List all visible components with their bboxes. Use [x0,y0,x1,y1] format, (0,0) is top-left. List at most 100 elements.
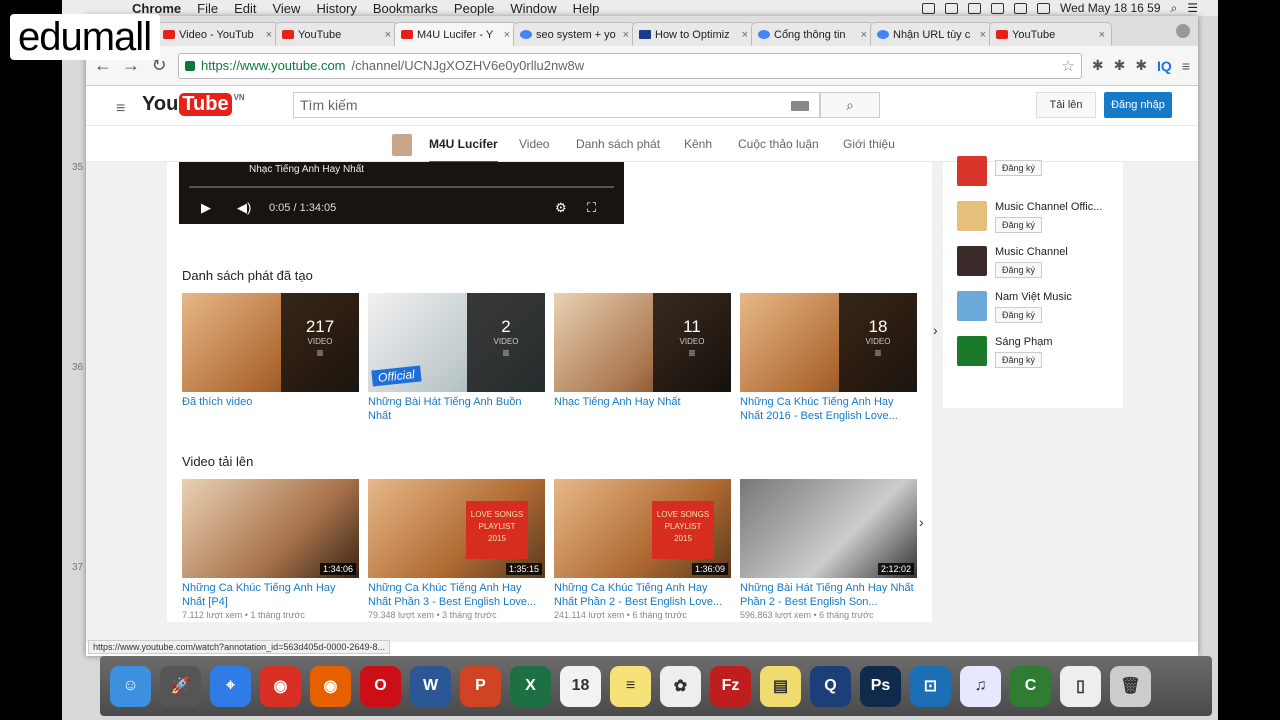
uploads-heading[interactable]: Video tải lên [182,454,253,469]
trash-icon[interactable]: 🗑 [1110,665,1151,707]
video-title[interactable]: Những Ca Khúc Tiếng Anh Hay Nhất [P4] [182,582,359,610]
extension-puzzle-icon-2[interactable]: ✱ [1114,57,1126,74]
notes-icon[interactable]: ≡ [610,665,651,707]
related-channel[interactable]: Đăng ký [957,156,1043,186]
excel-icon[interactable]: X [510,665,551,707]
browser-tab[interactable]: Cổng thông tin × [751,22,874,46]
browser-tab[interactable]: Nhận URL tùy c × [870,22,993,46]
tab-close-icon[interactable]: × [861,29,867,41]
playlist-card[interactable]: 217 VIDEO ≡ Đã thích video [182,293,359,424]
fullscreen-icon[interactable]: ⛶ [587,200,596,216]
sign-in-button[interactable]: Đăng nhập [1104,92,1172,118]
related-channel[interactable]: Nam Việt Music Đăng ký [957,291,1072,323]
video-card[interactable]: LOVE SONGS PLAYLIST 2015 1:35:15 Những Ca … [368,479,545,620]
document-icon[interactable]: ▯ [1060,665,1101,707]
playlist-title[interactable]: Những Bài Hát Tiếng Anh Buồn Nhất [368,396,545,424]
channel-name[interactable]: Music Channel Offic... [995,201,1102,213]
photoshop-icon[interactable]: Ps [860,665,901,707]
tab-close-icon[interactable]: × [742,29,748,41]
related-channel[interactable]: Music Channel Offic... Đăng ký [957,201,1102,233]
opera-icon[interactable]: O [360,665,401,707]
play-icon[interactable]: ▶ [201,200,211,216]
tab-close-icon[interactable]: × [266,29,272,41]
keyboard-icon[interactable] [791,101,809,111]
window-app-icon[interactable]: ⊡ [910,665,951,707]
wifi-icon[interactable] [1013,2,1027,14]
video-title[interactable]: Những Ca Khúc Tiếng Anh Hay Nhất Phần 3 … [368,582,545,610]
playlist-card[interactable]: Official 2 VIDEO ≡ Những Bài Hát Tiếng A… [368,293,545,424]
notification-icon[interactable]: ☰ [1187,1,1198,15]
menu-history[interactable]: History [316,1,356,16]
video-title[interactable]: Những Bài Hát Tiếng Anh Hay Nhất Phần 2 … [740,582,917,610]
tab-playlists[interactable]: Danh sách phát [576,137,660,151]
search-input[interactable]: Tìm kiếm [293,92,820,118]
channel-name[interactable]: Music Channel [995,246,1068,258]
word-icon[interactable]: W [410,665,451,707]
tab-close-icon[interactable]: × [504,29,510,41]
video-thumbnail[interactable]: 1:34:06 [182,479,359,578]
chevron-right-icon[interactable]: › [933,322,938,338]
browser-tab[interactable]: How to Optimiz × [632,22,755,46]
camtasia-icon[interactable]: C [1010,665,1051,707]
quicktime-icon[interactable]: Q [810,665,851,707]
channel-avatar[interactable] [957,246,987,276]
video-thumbnail[interactable]: 2:12:02 [740,479,917,578]
record-icon[interactable] [967,2,981,14]
video-thumbnail[interactable]: LOVE SONGS PLAYLIST 2015 1:36:09 [554,479,731,578]
menu-window[interactable]: Window [510,1,556,16]
guide-menu-icon[interactable]: ≡ [116,100,125,118]
related-channel[interactable]: Sáng Phạm Đăng ký [957,336,1052,368]
playlist-thumbnail[interactable]: 18 VIDEO ≡ [740,293,917,392]
tab-close-icon[interactable]: × [623,29,629,41]
menu-people[interactable]: People [454,1,494,16]
dropbox-icon[interactable] [944,2,958,14]
menu-view[interactable]: View [272,1,300,16]
video-thumbnail[interactable]: LOVE SONGS PLAYLIST 2015 1:35:15 [368,479,545,578]
extension-puzzle-icon[interactable]: ✱ [1092,57,1104,74]
battery-icon[interactable] [1036,2,1050,14]
youtube-logo[interactable]: You Tube VN [142,93,245,116]
video-title[interactable]: Những Ca Khúc Tiếng Anh Hay Nhất Phần 2 … [554,582,731,610]
firefox-icon[interactable]: ◉ [310,665,351,707]
playlists-heading[interactable]: Danh sách phát đã tạo [182,268,313,283]
browser-tab[interactable]: Video - YouTub × [156,22,279,46]
related-channel[interactable]: Music Channel Đăng ký [957,246,1068,278]
settings-icon[interactable]: ⚙ [555,200,567,216]
filezilla-icon[interactable]: Fz [710,665,751,707]
subscribe-button[interactable]: Đăng ký [995,352,1043,368]
video-player[interactable]: Nhạc Tiếng Anh Hay Nhất ▶ ◀) 0:05 / 1:34… [179,162,624,224]
subscribe-button[interactable]: Đăng ký [995,217,1043,233]
finder-icon[interactable]: ☺ [110,665,151,707]
channel-name[interactable]: Sáng Phạm [995,336,1052,348]
playlist-title[interactable]: Những Ca Khúc Tiếng Anh Hay Nhất 2016 - … [740,396,917,424]
tab-close-icon[interactable]: × [1099,29,1105,41]
browser-tab[interactable]: M4U Lucifer - Y × [394,22,517,46]
channel-avatar[interactable] [957,336,987,366]
stickies-icon[interactable]: ▤ [760,665,801,707]
channel-avatar[interactable] [957,291,987,321]
playlist-title[interactable]: Nhạc Tiếng Anh Hay Nhất [554,396,731,424]
extension-puzzle-icon-3[interactable]: ✱ [1135,57,1147,74]
channel-avatar[interactable] [392,134,412,156]
menu-bookmarks[interactable]: Bookmarks [373,1,438,16]
channel-avatar[interactable] [957,201,987,231]
playlist-thumbnail[interactable]: 11 VIDEO ≡ [554,293,731,392]
progress-bar[interactable] [189,186,614,188]
safari-icon[interactable]: ⌖ [210,665,251,707]
menu-help[interactable]: Help [573,1,600,16]
itunes-icon[interactable]: ♫ [960,665,1001,707]
channel-avatar[interactable] [957,156,987,186]
tab-videos[interactable]: Video [519,137,549,151]
spotlight-icon[interactable]: ⌕ [1171,1,1178,16]
browser-tab[interactable]: YouTube × [275,22,398,46]
launchpad-icon[interactable]: 🚀 [160,665,201,707]
chrome-menu-icon[interactable]: ≡ [1182,58,1190,74]
tab-channels[interactable]: Kênh [684,137,712,151]
chevron-right-icon-2[interactable]: › [919,514,924,530]
volume-icon[interactable] [990,2,1004,14]
address-bar[interactable]: https://www.youtube.com/channel/UCNJgXOZ… [178,52,1082,79]
clock[interactable]: Wed May 18 16 59 [1060,1,1161,15]
status-icon[interactable] [921,2,935,14]
tab-close-icon[interactable]: × [980,29,986,41]
subscribe-button[interactable]: Đăng ký [995,262,1043,278]
